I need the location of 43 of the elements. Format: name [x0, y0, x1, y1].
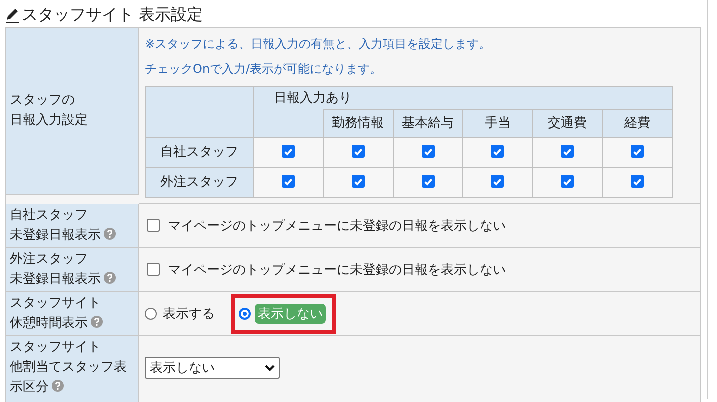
note-text: ※スタッフによる、日報入力の有無と、入力項目を設定します。 [145, 36, 492, 52]
checkbox[interactable] [422, 175, 435, 188]
row-header: 自社スタッフ [146, 137, 254, 167]
dropdown[interactable]: 表示しない [145, 357, 280, 379]
page-title: スタッフサイト 表示設定 [22, 4, 204, 26]
column-header: 手当 [462, 110, 533, 137]
checkbox[interactable] [491, 175, 504, 188]
radio-button[interactable] [145, 308, 157, 320]
checkbox-label: マイページのトップメニューに未登録の日報を表示しない [168, 218, 506, 234]
column-header: 勤務情報 [323, 110, 394, 137]
checkbox[interactable] [147, 263, 160, 276]
checkbox[interactable] [282, 145, 295, 158]
setting-label: スタッフサイト [10, 339, 102, 357]
checkbox[interactable] [147, 219, 160, 232]
column-header: 交通費 [532, 110, 603, 137]
column-header: 基本給与 [393, 110, 463, 137]
checkbox[interactable] [561, 175, 574, 188]
setting-label: 外注スタッフ [10, 251, 89, 269]
row-header: 外注スタッフ [146, 167, 254, 197]
column-header: 日報入力あり [274, 91, 352, 106]
checkbox[interactable] [352, 145, 365, 158]
checkbox[interactable] [561, 145, 574, 158]
option-label[interactable]: 表示する [161, 304, 217, 324]
checkbox-label: マイページのトップメニューに未登録の日報を表示しない [168, 262, 506, 278]
setting-label: 日報入力設定 [10, 113, 88, 128]
checkbox[interactable] [631, 145, 644, 158]
checkbox[interactable] [491, 145, 504, 158]
checkbox[interactable] [422, 145, 435, 158]
checkbox[interactable] [282, 175, 295, 188]
setting-label: 自社スタッフ [10, 207, 89, 225]
setting-label: スタッフの [10, 92, 76, 110]
column-header: 経費 [602, 110, 672, 137]
pencil-icon [5, 6, 20, 24]
setting-label: 他割当てスタッフ表示区分 [10, 360, 127, 395]
setting-label: スタッフサイト [10, 295, 102, 313]
setting-label: 休憩時間表示 [10, 316, 88, 331]
setting-label: 未登録日報表示 [10, 228, 101, 243]
checkbox[interactable] [631, 175, 644, 188]
note-text: チェックOnで入力/表示が可能になります。 [145, 61, 384, 77]
setting-label: 未登録日報表示 [10, 272, 101, 287]
checkbox[interactable] [352, 175, 365, 188]
chevron-icon [265, 364, 275, 372]
radio-button[interactable] [239, 308, 251, 320]
